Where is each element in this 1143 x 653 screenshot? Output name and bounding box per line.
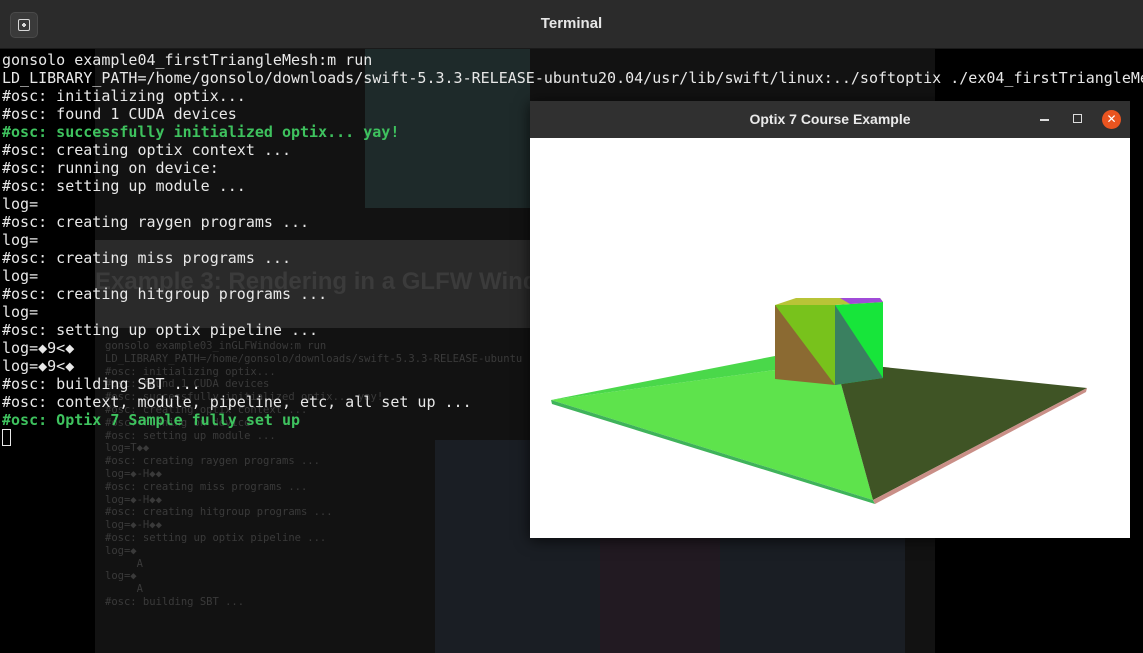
background-code-line: #osc: setting up optix pipeline ...: [105, 531, 327, 544]
terminal-titlebar: Terminal: [0, 0, 1143, 49]
background-code-line: A: [105, 557, 143, 570]
background-code-line: log=◆-H◆◆: [105, 519, 162, 532]
minimize-icon[interactable]: [1040, 119, 1049, 121]
render-viewport[interactable]: [530, 138, 1130, 538]
background-code-line: #osc: creating miss programs ...: [105, 480, 308, 493]
maximize-icon[interactable]: [1073, 114, 1082, 123]
background-code-line: log=◆: [105, 544, 137, 557]
close-button[interactable]: ✕: [1102, 110, 1121, 129]
background-code-line: #osc: creating raygen programs ...: [105, 455, 320, 468]
close-icon: ✕: [1106, 112, 1117, 126]
terminal-line: LD_LIBRARY_PATH=/home/gonsolo/downloads/…: [2, 69, 1143, 87]
background-code-line: A: [105, 583, 143, 596]
background-code-line: log=◆: [105, 570, 137, 583]
optix-window: Optix 7 Course Example ✕: [530, 101, 1130, 538]
terminal-line: gonsolo example04_firstTriangleMesh:m ru…: [2, 51, 373, 69]
background-code-line: log=◆-H◆◆: [105, 467, 162, 480]
background-code-line: log=◆-H◆◆: [105, 493, 162, 506]
optix-titlebar[interactable]: Optix 7 Course Example ✕: [530, 101, 1130, 138]
background-code-line: #osc: building SBT ...: [105, 595, 245, 608]
background-code-line: #osc: creating hitgroup programs ...: [105, 506, 333, 519]
terminal-title: Terminal: [540, 15, 603, 32]
terminal-cursor: [2, 429, 11, 446]
